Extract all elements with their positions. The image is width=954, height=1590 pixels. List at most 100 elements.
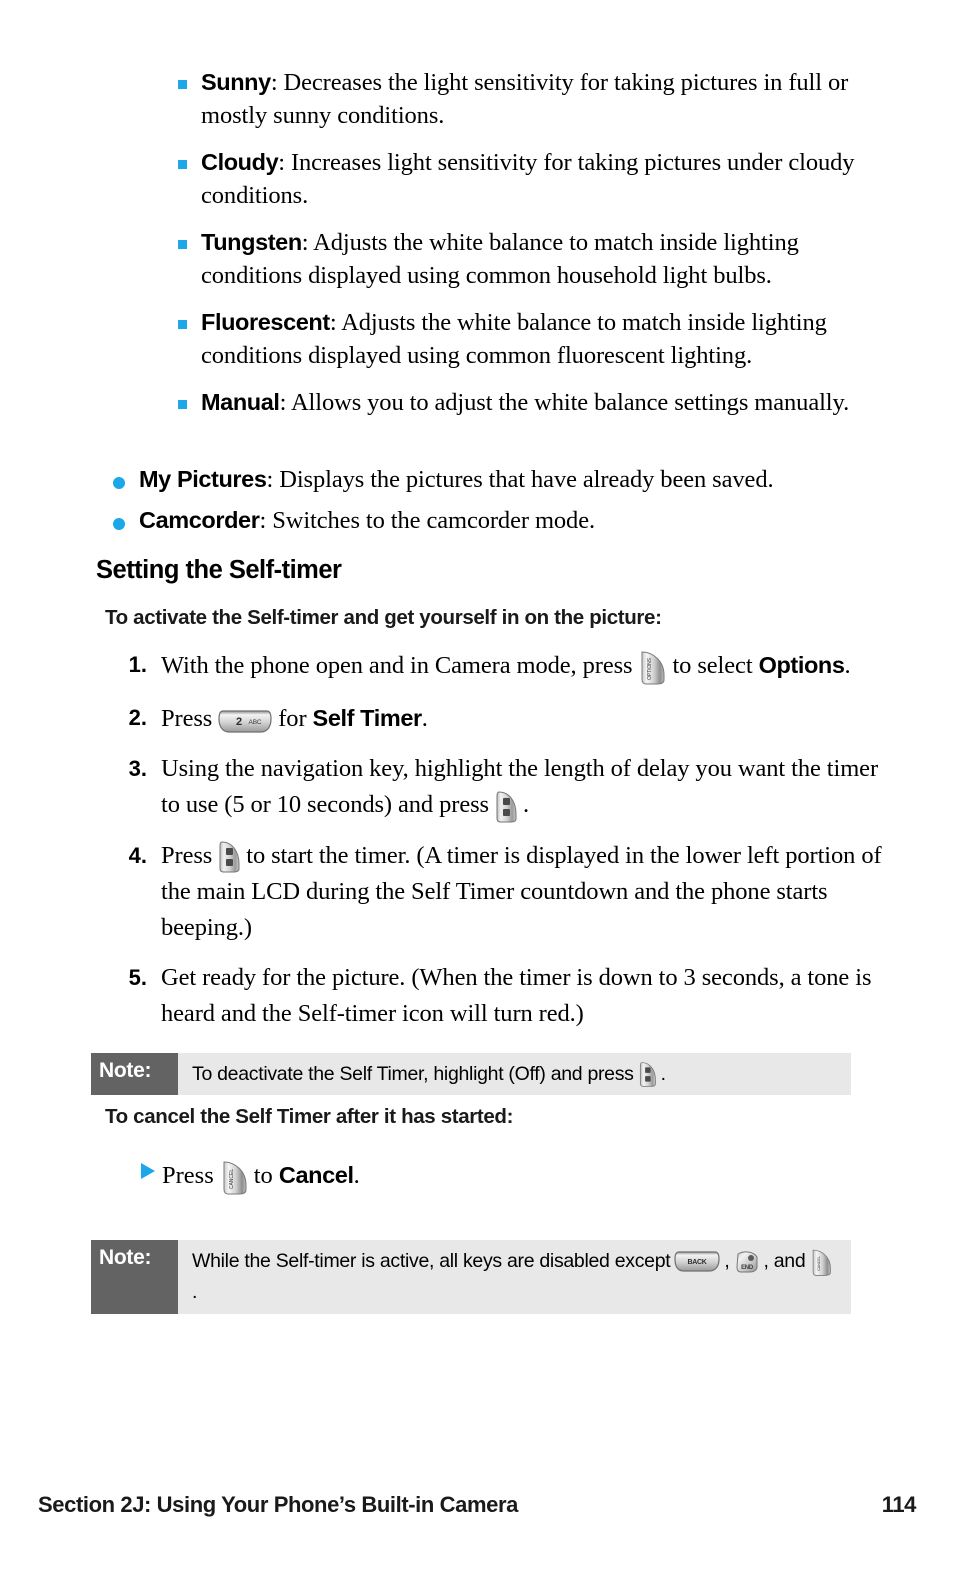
back-key-icon[interactable]: BACK <box>674 1249 720 1274</box>
step-number: 4. <box>128 842 147 868</box>
note-text-after: . <box>660 1063 666 1085</box>
step-text-part2: to start the timer. (A timer is displaye… <box>161 841 882 942</box>
list-item-text: Manual: Allows you to adjust the white b… <box>201 386 878 419</box>
term-description: : Allows you to adjust the white balance… <box>279 389 850 416</box>
white-balance-option-list: Sunny: Decreases the light sensitivity f… <box>178 66 878 433</box>
svg-text:BACK: BACK <box>688 1259 707 1266</box>
footer-section-title: Section 2J: Using Your Phone’s Built-in … <box>38 1492 518 1517</box>
cancel-text-part3: . <box>353 1162 360 1189</box>
step-text-part1: With the phone open and in Camera mode, … <box>161 652 633 679</box>
triangle-bullet-icon <box>141 1163 155 1179</box>
cancel-instruction-text: Press CANCEL to Cancel. <box>162 1158 360 1196</box>
end-key-icon[interactable]: END <box>734 1248 760 1275</box>
note-text: To deactivate the Self Timer, highlight … <box>178 1053 851 1095</box>
section-heading: Setting the Self-timer <box>96 556 342 584</box>
list-item: Tungsten: Adjusts the white balance to m… <box>178 226 878 292</box>
list-item: Cloudy: Increases light sensitivity for … <box>178 146 878 212</box>
list-item-text: Fluorescent: Adjusts the white balance t… <box>201 306 878 372</box>
procedure-subheading-cancel: To cancel the Self Timer after it has st… <box>105 1105 514 1128</box>
square-bullet-icon <box>178 320 187 329</box>
note-text-before: To deactivate the Self Timer, highlight … <box>192 1063 634 1085</box>
square-bullet-icon <box>178 400 187 409</box>
step-text: Press 2 ABC for Self Timer. <box>161 700 883 737</box>
list-item-text: Tungsten: Adjusts the white balance to m… <box>201 226 878 292</box>
step-text-part2: for <box>278 705 307 733</box>
step-text-part3: . <box>522 791 529 819</box>
step-item: 1. With the phone open and in Camera mod… <box>113 647 883 686</box>
list-item: Manual: Allows you to adjust the white b… <box>178 386 878 419</box>
softkey-cancel-icon[interactable]: CANCEL <box>809 1247 833 1277</box>
term-label: My Pictures <box>139 466 267 492</box>
term-label: Sunny <box>201 69 271 95</box>
note-separator-1: , <box>724 1250 730 1272</box>
camera-menu-option-list: My Pictures: Displays the pictures that … <box>113 463 893 545</box>
square-bullet-icon <box>178 80 187 89</box>
term-label: Camcorder <box>139 507 260 533</box>
cancel-bold-term: Cancel <box>278 1162 354 1188</box>
square-bullet-icon <box>178 240 187 249</box>
procedure-step-list: 1. With the phone open and in Camera mod… <box>113 647 883 1046</box>
ok-key-icon[interactable] <box>637 1061 658 1088</box>
step-text: With the phone open and in Camera mode, … <box>161 647 883 686</box>
note-text-after: . <box>192 1280 198 1303</box>
note-text-before: While the Self-timer is active, all keys… <box>192 1250 671 1272</box>
term-label: Fluorescent <box>201 309 330 335</box>
step-item: 4. Press to start the timer. (A timer is … <box>113 838 883 946</box>
ok-key-icon[interactable] <box>493 790 519 824</box>
step-text-part2: to select <box>672 652 753 679</box>
step-text-part1: Using the navigation key, highlight the … <box>161 755 879 819</box>
term-description: : Decreases the light sensitivity for ta… <box>201 69 849 129</box>
step-text: Get ready for the picture. (When the tim… <box>161 964 872 1028</box>
term-label: Tungsten <box>201 229 302 255</box>
step-number: 2. <box>128 705 147 731</box>
list-item: My Pictures: Displays the pictures that … <box>113 463 893 496</box>
step-text-part3: . <box>844 652 851 679</box>
step-text-part3: . <box>421 705 428 733</box>
list-item: Sunny: Decreases the light sensitivity f… <box>178 66 878 132</box>
softkey-cancel-icon[interactable]: CANCEL <box>219 1158 249 1196</box>
list-item: Camcorder: Switches to the camcorder mod… <box>113 504 893 537</box>
term-label: Manual <box>201 389 280 415</box>
list-item-text: My Pictures: Displays the pictures that … <box>139 463 893 496</box>
step-item: 3. Using the navigation key, highlight t… <box>113 751 883 823</box>
cancel-instruction-item: Press CANCEL to Cancel. <box>141 1158 360 1196</box>
cancel-text-part1: Press <box>162 1162 214 1189</box>
ok-key-icon[interactable] <box>216 840 242 874</box>
round-bullet-icon <box>113 518 125 530</box>
note-label: Note: <box>91 1240 178 1314</box>
step-number: 1. <box>128 652 147 677</box>
svg-text:OPTIONS: OPTIONS <box>647 658 653 681</box>
list-item-text: Camcorder: Switches to the camcorder mod… <box>139 504 893 537</box>
svg-text:CANCEL: CANCEL <box>229 1169 235 1190</box>
step-item: 5. Get ready for the picture. (When the … <box>113 960 883 1032</box>
list-item-text: Sunny: Decreases the light sensitivity f… <box>201 66 878 132</box>
term-label: Cloudy <box>201 149 279 175</box>
manual-page: Sunny: Decreases the light sensitivity f… <box>0 0 954 1590</box>
svg-text:2: 2 <box>236 716 242 728</box>
list-item: Fluorescent: Adjusts the white balance t… <box>178 306 878 372</box>
softkey-options-icon[interactable]: OPTIONS <box>637 648 667 686</box>
term-description: : Increases light sensitivity for taking… <box>201 149 855 209</box>
footer-page-number: 114 <box>881 1492 917 1517</box>
note-separator-2: , <box>763 1250 769 1272</box>
square-bullet-icon <box>178 160 187 169</box>
svg-text:END: END <box>741 1265 754 1271</box>
cancel-text-part2: to <box>253 1162 273 1189</box>
note-text: While the Self-timer is active, all keys… <box>178 1240 851 1314</box>
step-item: 2. Press 2 ABC for Self Timer. <box>113 700 883 737</box>
number-key-2-icon[interactable]: 2 ABC <box>217 707 273 735</box>
page-footer: Section 2J: Using Your Phone’s Built-in … <box>38 1492 916 1518</box>
round-bullet-icon <box>113 477 125 489</box>
step-text: Press to start the timer. (A timer is dis… <box>161 838 883 946</box>
step-bold-term: Options <box>758 652 845 678</box>
svg-text:ABC: ABC <box>249 719 262 726</box>
term-description: : Displays the pictures that have alread… <box>266 466 774 493</box>
step-number: 5. <box>128 965 147 991</box>
step-number: 3. <box>128 756 147 782</box>
term-description: : Switches to the camcorder mode. <box>259 507 595 534</box>
note-box: Note: To deactivate the Self Timer, high… <box>91 1053 851 1095</box>
note-box: Note: While the Self-timer is active, al… <box>91 1240 851 1314</box>
note-text-middle: and <box>773 1250 806 1272</box>
step-text: Using the navigation key, highlight the … <box>161 751 883 823</box>
note-label: Note: <box>91 1053 178 1095</box>
